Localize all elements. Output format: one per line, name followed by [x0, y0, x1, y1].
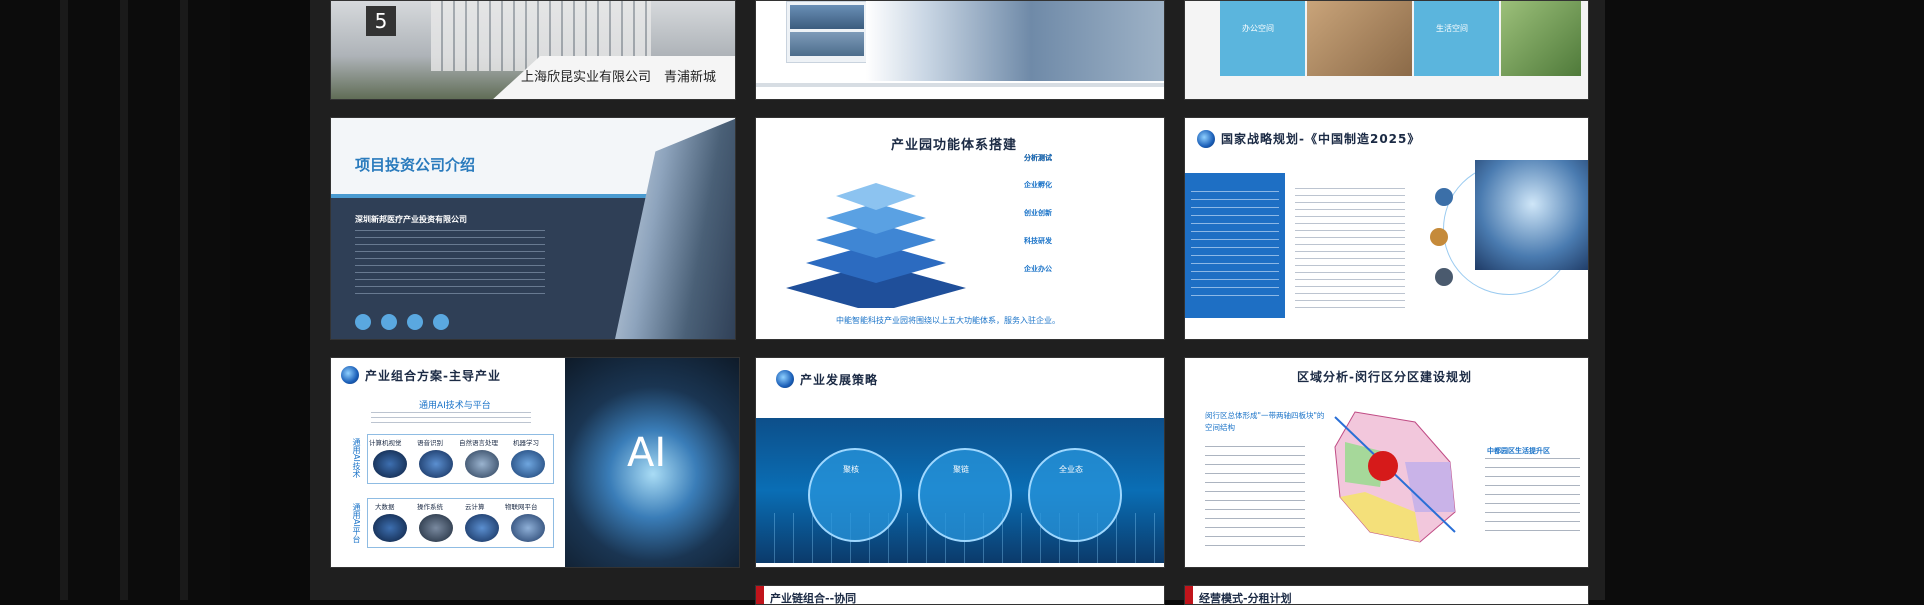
platform-item-2: 操作系统 [417, 503, 443, 511]
globe-icon [776, 370, 794, 388]
living-space-panel: 生活空间 [1414, 1, 1499, 76]
function-item-3-label: 创业创新 [1024, 209, 1052, 217]
blue-text-panel [1185, 173, 1285, 318]
tech-item-2: 语音识别 [417, 439, 443, 447]
platform-item-1: 大数据 [375, 503, 395, 511]
strategy-text [1295, 188, 1405, 308]
region-list [1205, 446, 1305, 546]
company-name: 深圳新邦医疗产业投资有限公司 [355, 215, 467, 224]
tech-item-3: 自然语言处理 [459, 439, 498, 447]
slide-title: 项目投资公司介绍 [355, 156, 476, 174]
strategy-circle-2-label: 聚链 [953, 465, 969, 474]
cloud-hand-photo [1475, 160, 1588, 270]
strategy-circle-3: 全业态 [1028, 448, 1122, 542]
bigdata-icon [373, 514, 407, 542]
slide-title: 产业发展策略 [800, 373, 879, 387]
strategy-circle-3-label: 全业态 [1059, 465, 1083, 474]
region-structure-heading: 闵行区总体形成"一带两轴四板块"的空间结构 [1205, 411, 1325, 432]
slide-thumbnail-4[interactable]: 项目投资公司介绍 深圳新邦医疗产业投资有限公司 [330, 117, 736, 340]
building-number-sign: 5 [366, 6, 396, 36]
office-photo [1307, 1, 1412, 76]
strategy-circle-1-label: 聚核 [843, 465, 859, 474]
slide-thumbnail-5[interactable]: 产业园功能体系搭建 分析测试 分析测试 企业孵化 创业创新 科技研发 企业办公 … [755, 117, 1165, 340]
globe-icon [1197, 130, 1215, 148]
slide-title: 国家战略规划-《中国制造2025》 [1221, 132, 1421, 146]
right-dark-rail [1605, 0, 1924, 600]
industry-icon-3 [407, 314, 423, 330]
vision-icon [373, 450, 407, 478]
slide-title: 产业链组合--协同 [770, 592, 857, 605]
slide-thumbnail-9[interactable]: 区域分析-闵行区分区建设规划 闵行区总体形成"一带两轴四板块"的空间结构 中都园… [1184, 357, 1589, 568]
ai-text: AI [627, 430, 667, 476]
slide-title: 产业组合方案-主导产业 [365, 369, 501, 383]
layered-pyramid-diagram [786, 183, 966, 308]
living-photo [1501, 1, 1581, 76]
iot-icon [511, 514, 545, 542]
globe-icon [341, 366, 359, 384]
platform-item-3: 云计算 [465, 503, 485, 511]
slide-thumbnail-11[interactable]: 经营模式-分租计划 [1184, 585, 1589, 605]
slide-thumbnail-10[interactable]: 产业链组合--协同 [755, 585, 1165, 605]
slide-thumbnail-6[interactable]: 国家战略规划-《中国制造2025》 [1184, 117, 1589, 340]
ai-brain-image: AI [565, 358, 739, 567]
slide-subtitle: 通用AI技术与平台 [419, 401, 491, 411]
slide-title: 产业园功能体系搭建 [891, 138, 1018, 153]
industry-icon-4 [433, 314, 449, 330]
slide-footer: 中能智能科技产业园将围绕以上五大功能体系，服务入驻企业。 [836, 316, 1060, 325]
left-dark-rail [0, 0, 230, 600]
industry-icon-1 [355, 314, 371, 330]
slide-thumbnail-1[interactable]: 5 上海欣昆实业有限公司 青浦新城 [330, 0, 736, 100]
slide-caption: 上海欣昆实业有限公司 青浦新城 [521, 70, 717, 85]
slide-thumbnail-7[interactable]: 产业组合方案-主导产业 通用AI技术与平台 通用AI技术 通用AI平台 计算机视… [330, 357, 740, 568]
function-item-5-label: 企业办公 [1024, 265, 1052, 273]
label-ai-platform: 通用AI平台 [352, 503, 361, 543]
photo-inset-frame [786, 1, 868, 63]
office-space-label: 办公空间 [1242, 24, 1274, 33]
ml-icon [511, 450, 545, 478]
district-map [1334, 411, 1456, 543]
tech-item-4: 机器学习 [513, 439, 539, 447]
strategy-circle-1: 聚核 [808, 448, 902, 542]
linux-icon [419, 514, 453, 542]
tech-item-1: 计算机视觉 [369, 439, 402, 447]
campus-building-photo [866, 1, 1164, 81]
slide-title: 区域分析-闵行区分区建设规划 [1297, 370, 1472, 384]
region-right-text [1485, 458, 1580, 538]
slide-thumbnail-8[interactable]: 产业发展策略 聚核 聚链 全业态 [755, 357, 1165, 568]
office-space-panel: 办公空间 [1220, 1, 1305, 76]
strategy-circle-2: 聚链 [918, 448, 1012, 542]
living-space-label: 生活空间 [1436, 24, 1468, 33]
company-description [355, 230, 545, 300]
slide-thumbnail-3[interactable]: 办公空间 生活空间 [1184, 0, 1589, 100]
cloud-icon [465, 514, 499, 542]
region-right-heading: 中都园区生活提升区 [1487, 447, 1550, 455]
microphone-icon [419, 450, 453, 478]
slide-thumbnail-2[interactable] [755, 0, 1165, 100]
nlp-icon [465, 450, 499, 478]
function-item-4-label: 科技研发 [1024, 237, 1052, 245]
function-item-1-label: 分析测试 [1024, 154, 1052, 162]
slide-title: 经营模式-分租计划 [1199, 592, 1292, 605]
industry-icon-2 [381, 314, 397, 330]
label-ai-tech: 通用AI技术 [352, 438, 361, 478]
function-item-2-label: 企业孵化 [1024, 181, 1052, 189]
platform-item-4: 物联网平台 [505, 503, 538, 511]
